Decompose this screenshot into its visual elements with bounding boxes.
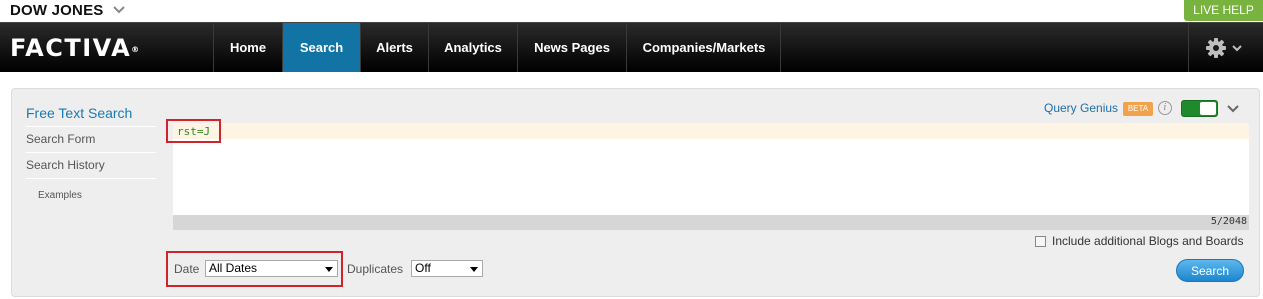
duplicates-select-value: Off [415,261,431,275]
character-counter: 5/2048 [1210,216,1247,227]
beta-badge: BETA [1123,102,1153,116]
tab-home[interactable]: Home [213,23,282,72]
dropdown-arrow-icon [470,267,478,272]
date-select[interactable]: All Dates [205,260,338,277]
top-strip: DOW JONES LIVE HELP [0,0,1263,22]
live-help-button[interactable]: LIVE HELP [1184,0,1263,21]
search-button[interactable]: Search [1176,259,1244,282]
nav-divider [780,23,781,72]
tab-search[interactable]: Search [282,23,360,72]
query-highlight-box [166,119,221,143]
dow-jones-brand[interactable]: DOW JONES [10,2,103,19]
date-select-value: All Dates [209,261,258,275]
factiva-logo[interactable]: FACTIVA® [10,35,139,61]
sidebar-item-search-history[interactable]: Search History [26,152,156,172]
registered-mark: ® [131,45,140,54]
tab-analytics[interactable]: Analytics [428,23,517,72]
dropdown-arrow-icon [325,267,333,272]
query-genius-toggle[interactable] [1181,100,1218,117]
sidebar-item-search-form[interactable]: Search Form [26,126,156,146]
tab-alerts[interactable]: Alerts [360,23,428,72]
tab-companies-markets[interactable]: Companies/Markets [626,23,781,72]
query-genius-label[interactable]: Query Genius [1044,101,1118,115]
sidebar-item-free-text-search[interactable]: Free Text Search [26,105,156,121]
tab-news-pages[interactable]: News Pages [517,23,626,72]
duplicates-label: Duplicates [347,262,404,276]
sidebar-item-examples[interactable]: Examples [26,178,156,201]
character-counter-bar: 5/2048 [173,215,1249,230]
info-icon[interactable]: i [1158,101,1172,115]
query-editor[interactable]: 5/2048 [173,123,1249,230]
include-blogs-label[interactable]: Include additional Blogs and Boards [1052,234,1243,248]
settings-menu[interactable] [1188,23,1263,72]
duplicates-select[interactable]: Off [411,260,483,277]
main-nav: FACTIVA® Home Search Alerts Analytics Ne… [0,22,1263,72]
logo-text: FACTIVA [10,34,132,62]
chevron-down-icon[interactable] [1226,102,1240,116]
date-label: Date [174,262,200,276]
toggle-knob [1200,102,1216,115]
include-blogs-checkbox[interactable] [1035,236,1046,247]
gear-icon [1206,38,1226,58]
chevron-down-icon[interactable] [112,3,126,17]
chevron-down-icon [1232,45,1242,52]
active-line [173,123,1249,139]
